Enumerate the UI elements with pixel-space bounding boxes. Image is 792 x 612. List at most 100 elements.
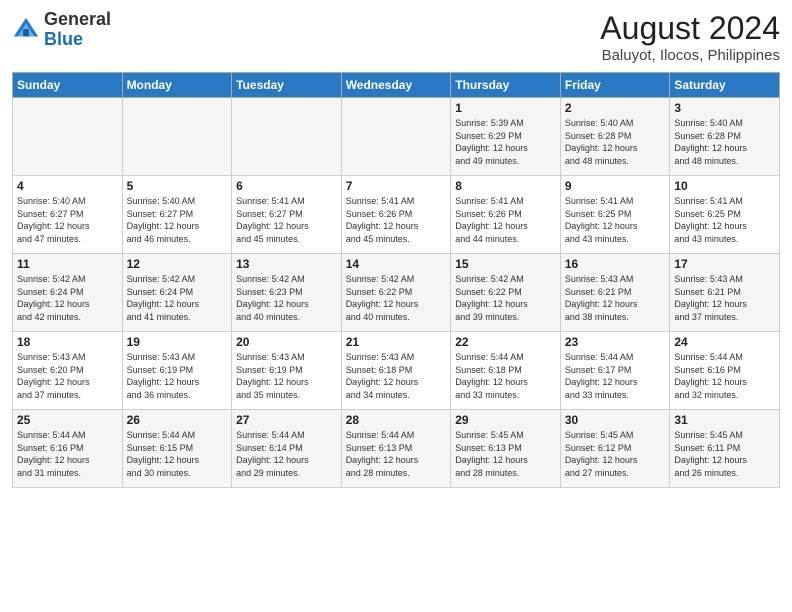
cell-content: Sunrise: 5:42 AM Sunset: 6:24 PM Dayligh… <box>127 273 228 323</box>
day-number: 9 <box>565 179 666 193</box>
cell-content: Sunrise: 5:43 AM Sunset: 6:20 PM Dayligh… <box>17 351 118 401</box>
cell-content: Sunrise: 5:44 AM Sunset: 6:18 PM Dayligh… <box>455 351 556 401</box>
cell-content: Sunrise: 5:45 AM Sunset: 6:11 PM Dayligh… <box>674 429 775 479</box>
calendar-cell <box>232 98 342 176</box>
cell-content: Sunrise: 5:44 AM Sunset: 6:14 PM Dayligh… <box>236 429 337 479</box>
calendar-cell: 24 Sunrise: 5:44 AM Sunset: 6:16 PM Dayli… <box>670 332 780 410</box>
cell-content: Sunrise: 5:45 AM Sunset: 6:13 PM Dayligh… <box>455 429 556 479</box>
day-number: 27 <box>236 413 337 427</box>
cell-content: Sunrise: 5:40 AM Sunset: 6:28 PM Dayligh… <box>674 117 775 167</box>
cell-content: Sunrise: 5:44 AM Sunset: 6:15 PM Dayligh… <box>127 429 228 479</box>
day-number: 24 <box>674 335 775 349</box>
weekday-header-tuesday: Tuesday <box>232 73 342 98</box>
day-number: 11 <box>17 257 118 271</box>
calendar-table: SundayMondayTuesdayWednesdayThursdayFrid… <box>12 72 780 488</box>
location: Baluyot, Ilocos, Philippines <box>600 47 780 64</box>
calendar-body: 1 Sunrise: 5:39 AM Sunset: 6:29 PM Daylig… <box>13 98 780 488</box>
day-number: 6 <box>236 179 337 193</box>
calendar-cell: 12Sunrise: 5:42 AM Sunset: 6:24 PM Dayli… <box>122 254 232 332</box>
day-number: 8 <box>455 179 556 193</box>
cell-content: Sunrise: 5:39 AM Sunset: 6:29 PM Dayligh… <box>455 117 556 167</box>
logo-blue-text: Blue <box>44 29 83 49</box>
weekday-header-friday: Friday <box>560 73 670 98</box>
day-number: 10 <box>674 179 775 193</box>
day-number: 16 <box>565 257 666 271</box>
calendar-cell: 27 Sunrise: 5:44 AM Sunset: 6:14 PM Dayli… <box>232 410 342 488</box>
day-number: 15 <box>455 257 556 271</box>
month-year: August 2024 <box>600 10 780 47</box>
calendar-cell: 3 Sunrise: 5:40 AM Sunset: 6:28 PM Daylig… <box>670 98 780 176</box>
day-number: 23 <box>565 335 666 349</box>
day-number: 19 <box>127 335 228 349</box>
calendar-cell <box>122 98 232 176</box>
day-number: 14 <box>346 257 447 271</box>
logo-general-text: General <box>44 9 111 29</box>
calendar-cell: 16 Sunrise: 5:43 AM Sunset: 6:21 PM Dayli… <box>560 254 670 332</box>
day-number: 1 <box>455 101 556 115</box>
day-number: 18 <box>17 335 118 349</box>
calendar-cell: 25Sunrise: 5:44 AM Sunset: 6:16 PM Dayli… <box>13 410 123 488</box>
calendar-week-3: 11 Sunrise: 5:42 AM Sunset: 6:24 PM Dayli… <box>13 254 780 332</box>
page-container: General Blue August 2024 Baluyot, Ilocos… <box>0 0 792 494</box>
calendar-cell: 19Sunrise: 5:43 AM Sunset: 6:19 PM Dayli… <box>122 332 232 410</box>
calendar-cell: 8 Sunrise: 5:41 AM Sunset: 6:26 PM Daylig… <box>451 176 561 254</box>
calendar-cell: 14 Sunrise: 5:42 AM Sunset: 6:22 PM Dayli… <box>341 254 451 332</box>
calendar-cell: 11 Sunrise: 5:42 AM Sunset: 6:24 PM Dayli… <box>13 254 123 332</box>
cell-content: Sunrise: 5:41 AM Sunset: 6:26 PM Dayligh… <box>455 195 556 245</box>
calendar-cell: 10 Sunrise: 5:41 AM Sunset: 6:25 PM Dayli… <box>670 176 780 254</box>
cell-content: Sunrise: 5:44 AM Sunset: 6:13 PM Dayligh… <box>346 429 447 479</box>
cell-content: Sunrise: 5:40 AM Sunset: 6:28 PM Dayligh… <box>565 117 666 167</box>
day-number: 3 <box>674 101 775 115</box>
title-block: August 2024 Baluyot, Ilocos, Philippines <box>600 10 780 64</box>
day-number: 2 <box>565 101 666 115</box>
calendar-cell: 30 Sunrise: 5:45 AM Sunset: 6:12 PM Dayli… <box>560 410 670 488</box>
cell-content: Sunrise: 5:41 AM Sunset: 6:26 PM Dayligh… <box>346 195 447 245</box>
day-number: 20 <box>236 335 337 349</box>
day-number: 22 <box>455 335 556 349</box>
cell-content: Sunrise: 5:43 AM Sunset: 6:19 PM Dayligh… <box>236 351 337 401</box>
day-number: 21 <box>346 335 447 349</box>
day-number: 7 <box>346 179 447 193</box>
cell-content: Sunrise: 5:44 AM Sunset: 6:16 PM Dayligh… <box>674 351 775 401</box>
calendar-week-4: 18 Sunrise: 5:43 AM Sunset: 6:20 PM Dayli… <box>13 332 780 410</box>
cell-content: Sunrise: 5:43 AM Sunset: 6:18 PM Dayligh… <box>346 351 447 401</box>
day-number: 13 <box>236 257 337 271</box>
cell-content: Sunrise: 5:43 AM Sunset: 6:21 PM Dayligh… <box>565 273 666 323</box>
weekday-header-thursday: Thursday <box>451 73 561 98</box>
day-number: 30 <box>565 413 666 427</box>
calendar-cell: 5Sunrise: 5:40 AM Sunset: 6:27 PM Daylig… <box>122 176 232 254</box>
calendar-cell: 23 Sunrise: 5:44 AM Sunset: 6:17 PM Dayli… <box>560 332 670 410</box>
weekday-header-monday: Monday <box>122 73 232 98</box>
weekday-header-wednesday: Wednesday <box>341 73 451 98</box>
cell-content: Sunrise: 5:45 AM Sunset: 6:12 PM Dayligh… <box>565 429 666 479</box>
cell-content: Sunrise: 5:44 AM Sunset: 6:17 PM Dayligh… <box>565 351 666 401</box>
calendar-cell: 1 Sunrise: 5:39 AM Sunset: 6:29 PM Daylig… <box>451 98 561 176</box>
calendar-cell: 20 Sunrise: 5:43 AM Sunset: 6:19 PM Dayli… <box>232 332 342 410</box>
calendar-week-1: 1 Sunrise: 5:39 AM Sunset: 6:29 PM Daylig… <box>13 98 780 176</box>
cell-content: Sunrise: 5:40 AM Sunset: 6:27 PM Dayligh… <box>127 195 228 245</box>
calendar-week-5: 25Sunrise: 5:44 AM Sunset: 6:16 PM Dayli… <box>13 410 780 488</box>
cell-content: Sunrise: 5:41 AM Sunset: 6:25 PM Dayligh… <box>674 195 775 245</box>
cell-content: Sunrise: 5:42 AM Sunset: 6:22 PM Dayligh… <box>346 273 447 323</box>
logo-icon <box>12 16 40 44</box>
day-number: 25 <box>17 413 118 427</box>
day-number: 31 <box>674 413 775 427</box>
header: General Blue August 2024 Baluyot, Ilocos… <box>12 10 780 64</box>
calendar-cell: 6 Sunrise: 5:41 AM Sunset: 6:27 PM Daylig… <box>232 176 342 254</box>
calendar-cell <box>13 98 123 176</box>
cell-content: Sunrise: 5:42 AM Sunset: 6:23 PM Dayligh… <box>236 273 337 323</box>
cell-content: Sunrise: 5:42 AM Sunset: 6:22 PM Dayligh… <box>455 273 556 323</box>
day-number: 26 <box>127 413 228 427</box>
calendar-cell: 9 Sunrise: 5:41 AM Sunset: 6:25 PM Daylig… <box>560 176 670 254</box>
cell-content: Sunrise: 5:42 AM Sunset: 6:24 PM Dayligh… <box>17 273 118 323</box>
cell-content: Sunrise: 5:40 AM Sunset: 6:27 PM Dayligh… <box>17 195 118 245</box>
calendar-cell: 28Sunrise: 5:44 AM Sunset: 6:13 PM Dayli… <box>341 410 451 488</box>
calendar-cell: 7 Sunrise: 5:41 AM Sunset: 6:26 PM Daylig… <box>341 176 451 254</box>
weekday-header-saturday: Saturday <box>670 73 780 98</box>
calendar-cell: 26 Sunrise: 5:44 AM Sunset: 6:15 PM Dayli… <box>122 410 232 488</box>
calendar-cell: 17Sunrise: 5:43 AM Sunset: 6:21 PM Dayli… <box>670 254 780 332</box>
cell-content: Sunrise: 5:41 AM Sunset: 6:25 PM Dayligh… <box>565 195 666 245</box>
cell-content: Sunrise: 5:43 AM Sunset: 6:21 PM Dayligh… <box>674 273 775 323</box>
cell-content: Sunrise: 5:41 AM Sunset: 6:27 PM Dayligh… <box>236 195 337 245</box>
calendar-header: SundayMondayTuesdayWednesdayThursdayFrid… <box>13 73 780 98</box>
